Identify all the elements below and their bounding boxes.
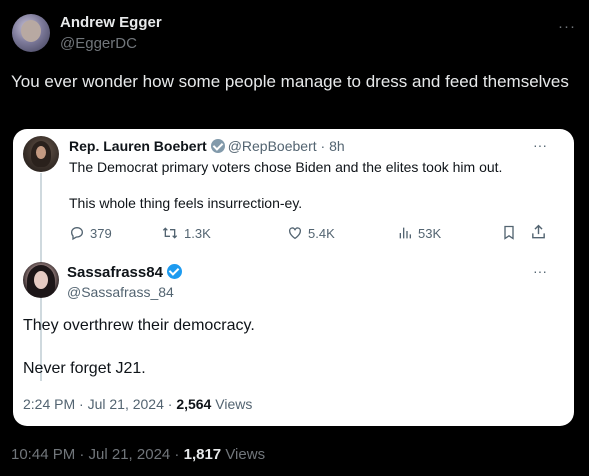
views-action: 53K	[397, 225, 441, 241]
repost-count: 1.3K	[184, 225, 211, 241]
like-action: 5.4K	[287, 225, 335, 241]
author-handle[interactable]: @EggerDC	[60, 35, 137, 52]
sassafrass-handle: @Sassafrass_84	[67, 284, 174, 300]
views-icon	[399, 227, 411, 239]
tweet-time[interactable]: 10:44 PM · Jul 21, 2024 ·	[11, 446, 184, 463]
sassafrass-views-label: Views	[211, 396, 253, 412]
sassafrass-name: Sassafrass84	[67, 264, 163, 281]
boebert-avatar	[23, 136, 59, 172]
views-count: 53K	[418, 225, 442, 241]
tweet-views-label: Views	[221, 446, 266, 463]
tweet-timestamp: 10:44 PM · Jul 21, 2024 · 1,817 Views	[11, 446, 265, 463]
boebert-more-icon: ···	[533, 137, 547, 153]
sassafrass-more-icon: ···	[533, 263, 547, 279]
sassafrass-text-line2: Never forget J21.	[23, 360, 146, 377]
reply-action: 379	[69, 225, 112, 241]
like-count: 5.4K	[308, 225, 335, 241]
quoted-screenshot-card: Rep. Lauren Boebert @RepBoebert · 8h ··· …	[13, 129, 574, 426]
boebert-text-line2: This whole thing feels insurrection-ey.	[69, 195, 303, 211]
reply-count: 379	[90, 225, 112, 241]
tweet-views-count: 1,817	[183, 446, 222, 463]
sassafrass-views-count: 2,564	[176, 396, 212, 412]
more-options-button[interactable]: ···	[558, 18, 576, 35]
repost-action: 1.3K	[161, 225, 211, 241]
sassafrass-text-line1: They overthrew their democracy.	[23, 317, 255, 334]
sassafrass-avatar	[23, 262, 59, 298]
boebert-header: Rep. Lauren Boebert @RepBoebert · 8h	[69, 138, 345, 154]
verified-blue-icon	[166, 264, 182, 279]
boebert-name: Rep. Lauren Boebert	[69, 138, 207, 154]
bookmark-icon	[501, 224, 517, 241]
reply-icon	[70, 226, 84, 241]
heart-icon	[289, 227, 301, 240]
avatar-face	[21, 20, 41, 42]
boebert-handle-time: @RepBoebert · 8h	[227, 138, 345, 154]
sassafrass-timestamp: 2:24 PM · Jul 21, 2024 · 2,564 Views	[23, 396, 252, 412]
share-icon	[530, 223, 547, 241]
tweet-text: You ever wonder how some people manage t…	[11, 72, 569, 91]
sassafrass-name-row: Sassafrass84	[67, 264, 182, 281]
author-name[interactable]: Andrew Egger	[60, 14, 162, 31]
repost-icon	[162, 227, 178, 239]
avatar[interactable]	[12, 14, 50, 52]
verified-gray-icon	[210, 139, 225, 153]
sassafrass-time: 2:24 PM · Jul 21, 2024 ·	[23, 396, 177, 412]
boebert-text-line1: The Democrat primary voters chose Biden …	[69, 159, 503, 175]
